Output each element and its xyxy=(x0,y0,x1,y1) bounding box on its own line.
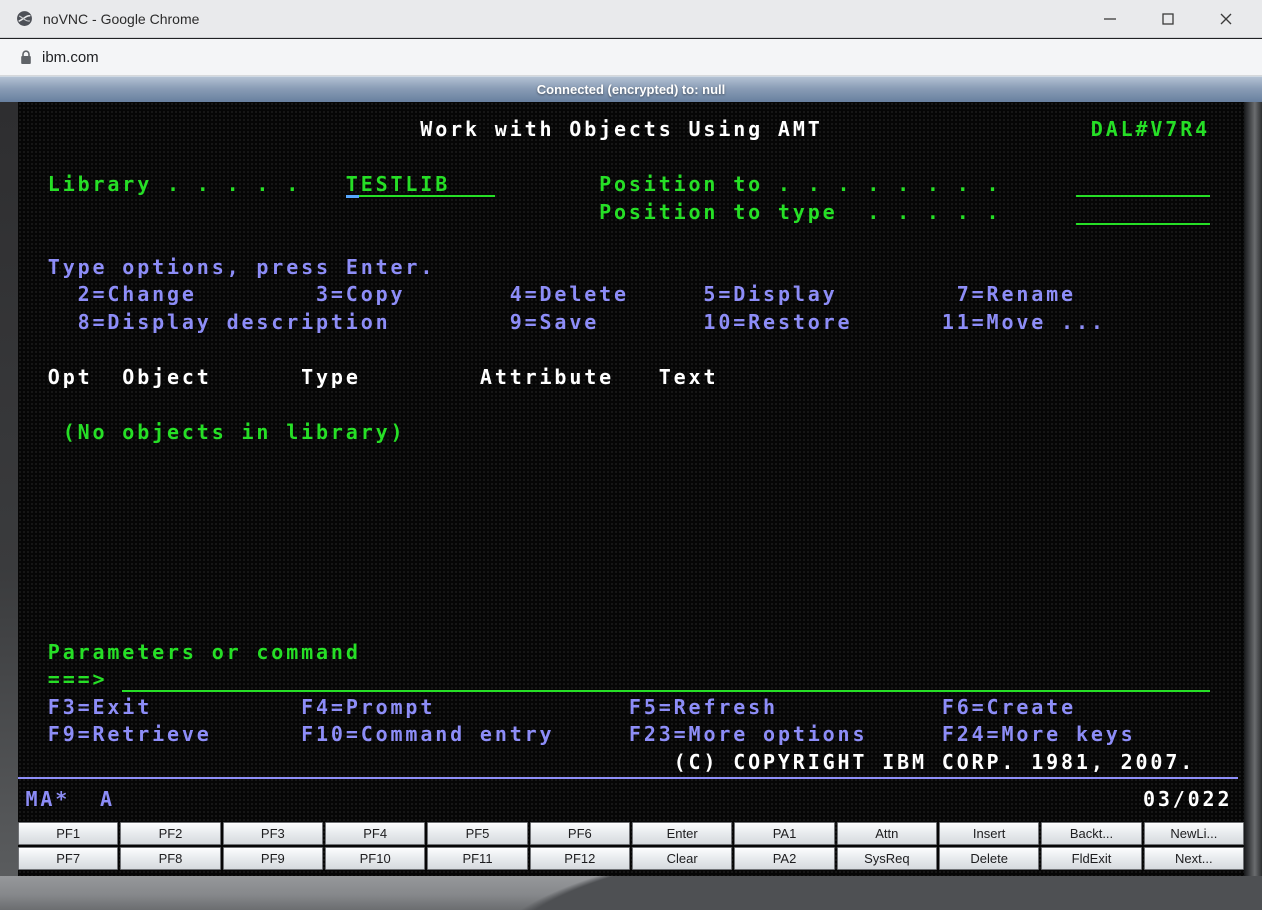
page-shadow xyxy=(0,876,1262,910)
keypad-button-pf4[interactable]: PF4 xyxy=(325,822,426,845)
lock-icon xyxy=(21,49,31,64)
system-name: DAL#V7R4 xyxy=(1090,117,1211,141)
keypad-button-pf2[interactable]: PF2 xyxy=(120,822,221,845)
position-to-type-field[interactable] xyxy=(1075,199,1210,225)
keypad-button-next[interactable]: Next... xyxy=(1143,847,1244,870)
keypad-button-fldexit[interactable]: FldExit xyxy=(1041,847,1142,870)
text-cursor xyxy=(345,195,359,198)
options-row-2: 8=Display description 9=Save 10=Restore … xyxy=(77,309,1106,334)
oia-shift-indicator: A xyxy=(99,786,115,811)
keypad-button-sysreq[interactable]: SysReq xyxy=(836,847,937,870)
options-instruction: Type options, press Enter. xyxy=(47,254,436,279)
oia-separator-line xyxy=(18,777,1238,779)
screen-title: Work with Objects Using AMT xyxy=(420,117,823,141)
library-field[interactable]: TESTLIB xyxy=(345,171,495,197)
oia-status: MA* xyxy=(25,786,71,811)
keypad-button-pa1[interactable]: PA1 xyxy=(734,822,835,845)
empty-list-message: (No objects in library) xyxy=(62,419,406,444)
keypad-button-pf10[interactable]: PF10 xyxy=(325,847,426,870)
window-titlebar: noVNC - Google Chrome xyxy=(0,0,1262,38)
right-gutter xyxy=(1244,102,1262,876)
command-prompt: ===> xyxy=(47,667,108,691)
position-to-type-label: Position to type . . . . . xyxy=(599,199,1002,224)
keypad-button-pf12[interactable]: PF12 xyxy=(529,847,630,870)
column-headers: Opt Object Type Attribute Text xyxy=(47,364,719,389)
close-button[interactable] xyxy=(1204,4,1248,34)
keypad-button-pf11[interactable]: PF11 xyxy=(427,847,528,870)
fkeys-row-1: F3=Exit F4=Prompt F5=Refresh F6=Create xyxy=(47,694,1076,719)
position-to-field[interactable] xyxy=(1075,171,1210,197)
keypad-button-pa2[interactable]: PA2 xyxy=(734,847,835,870)
keypad-button-pf5[interactable]: PF5 xyxy=(427,822,528,845)
keypad-button-pf3[interactable]: PF3 xyxy=(222,822,323,845)
options-row-1: 2=Change 3=Copy 4=Delete 5=Display 7=Ren… xyxy=(77,282,1076,306)
keypad-button-clear[interactable]: Clear xyxy=(632,847,733,870)
keypad-button-pf9[interactable]: PF9 xyxy=(222,847,323,870)
window-title: noVNC - Google Chrome xyxy=(43,10,200,27)
maximize-button[interactable] xyxy=(1146,4,1190,34)
keypad-button-pf7[interactable]: PF7 xyxy=(18,847,119,870)
position-to-label: Position to . . . . . . . . xyxy=(599,172,1002,196)
url-text: ibm.com xyxy=(42,48,99,66)
keypad-button-pf6[interactable]: PF6 xyxy=(529,822,630,845)
address-bar[interactable]: ibm.com xyxy=(0,39,1262,76)
keypad-button-backt[interactable]: Backt... xyxy=(1041,822,1142,845)
novnc-favicon-icon xyxy=(17,11,32,26)
keypad-button-pf8[interactable]: PF8 xyxy=(120,847,221,870)
virtual-keypad: PF1 PF2 PF3 PF4 PF5 PF6 Enter PA1 Attn Insert Back… xyxy=(18,822,1244,870)
keypad-button-pf1[interactable]: PF1 xyxy=(18,822,119,845)
copyright-line: (C) COPYRIGHT IBM CORP. 1981, 2007. xyxy=(673,749,1196,774)
vnc-status-text: Connected (encrypted) to: null xyxy=(536,82,726,97)
maximize-icon xyxy=(1162,12,1174,25)
left-gutter xyxy=(0,102,18,876)
keypad-button-newli[interactable]: NewLi... xyxy=(1143,822,1244,845)
minimize-button[interactable] xyxy=(1088,4,1132,34)
vnc-status-bar: Connected (encrypted) to: null xyxy=(0,76,1262,102)
terminal-screen[interactable]: Work with Objects Using AMT DAL#V7R4 Libra… xyxy=(18,102,1244,876)
fkeys-row-2: F9=Retrieve F10=Command entry F23=More o… xyxy=(47,722,1136,746)
minimize-icon xyxy=(1104,17,1116,20)
keypad-button-delete[interactable]: Delete xyxy=(939,847,1040,870)
keypad-button-enter[interactable]: Enter xyxy=(632,822,733,845)
window-controls xyxy=(1088,4,1248,34)
command-input-field[interactable] xyxy=(122,666,1210,692)
library-label: Library . . . . . xyxy=(47,172,302,196)
parameters-label: Parameters or command xyxy=(47,639,361,664)
keypad-button-attn[interactable]: Attn xyxy=(836,822,937,845)
oia-cursor-position: 03/022 xyxy=(1142,786,1233,811)
close-icon xyxy=(1220,13,1232,24)
keypad-button-insert[interactable]: Insert xyxy=(939,822,1040,845)
